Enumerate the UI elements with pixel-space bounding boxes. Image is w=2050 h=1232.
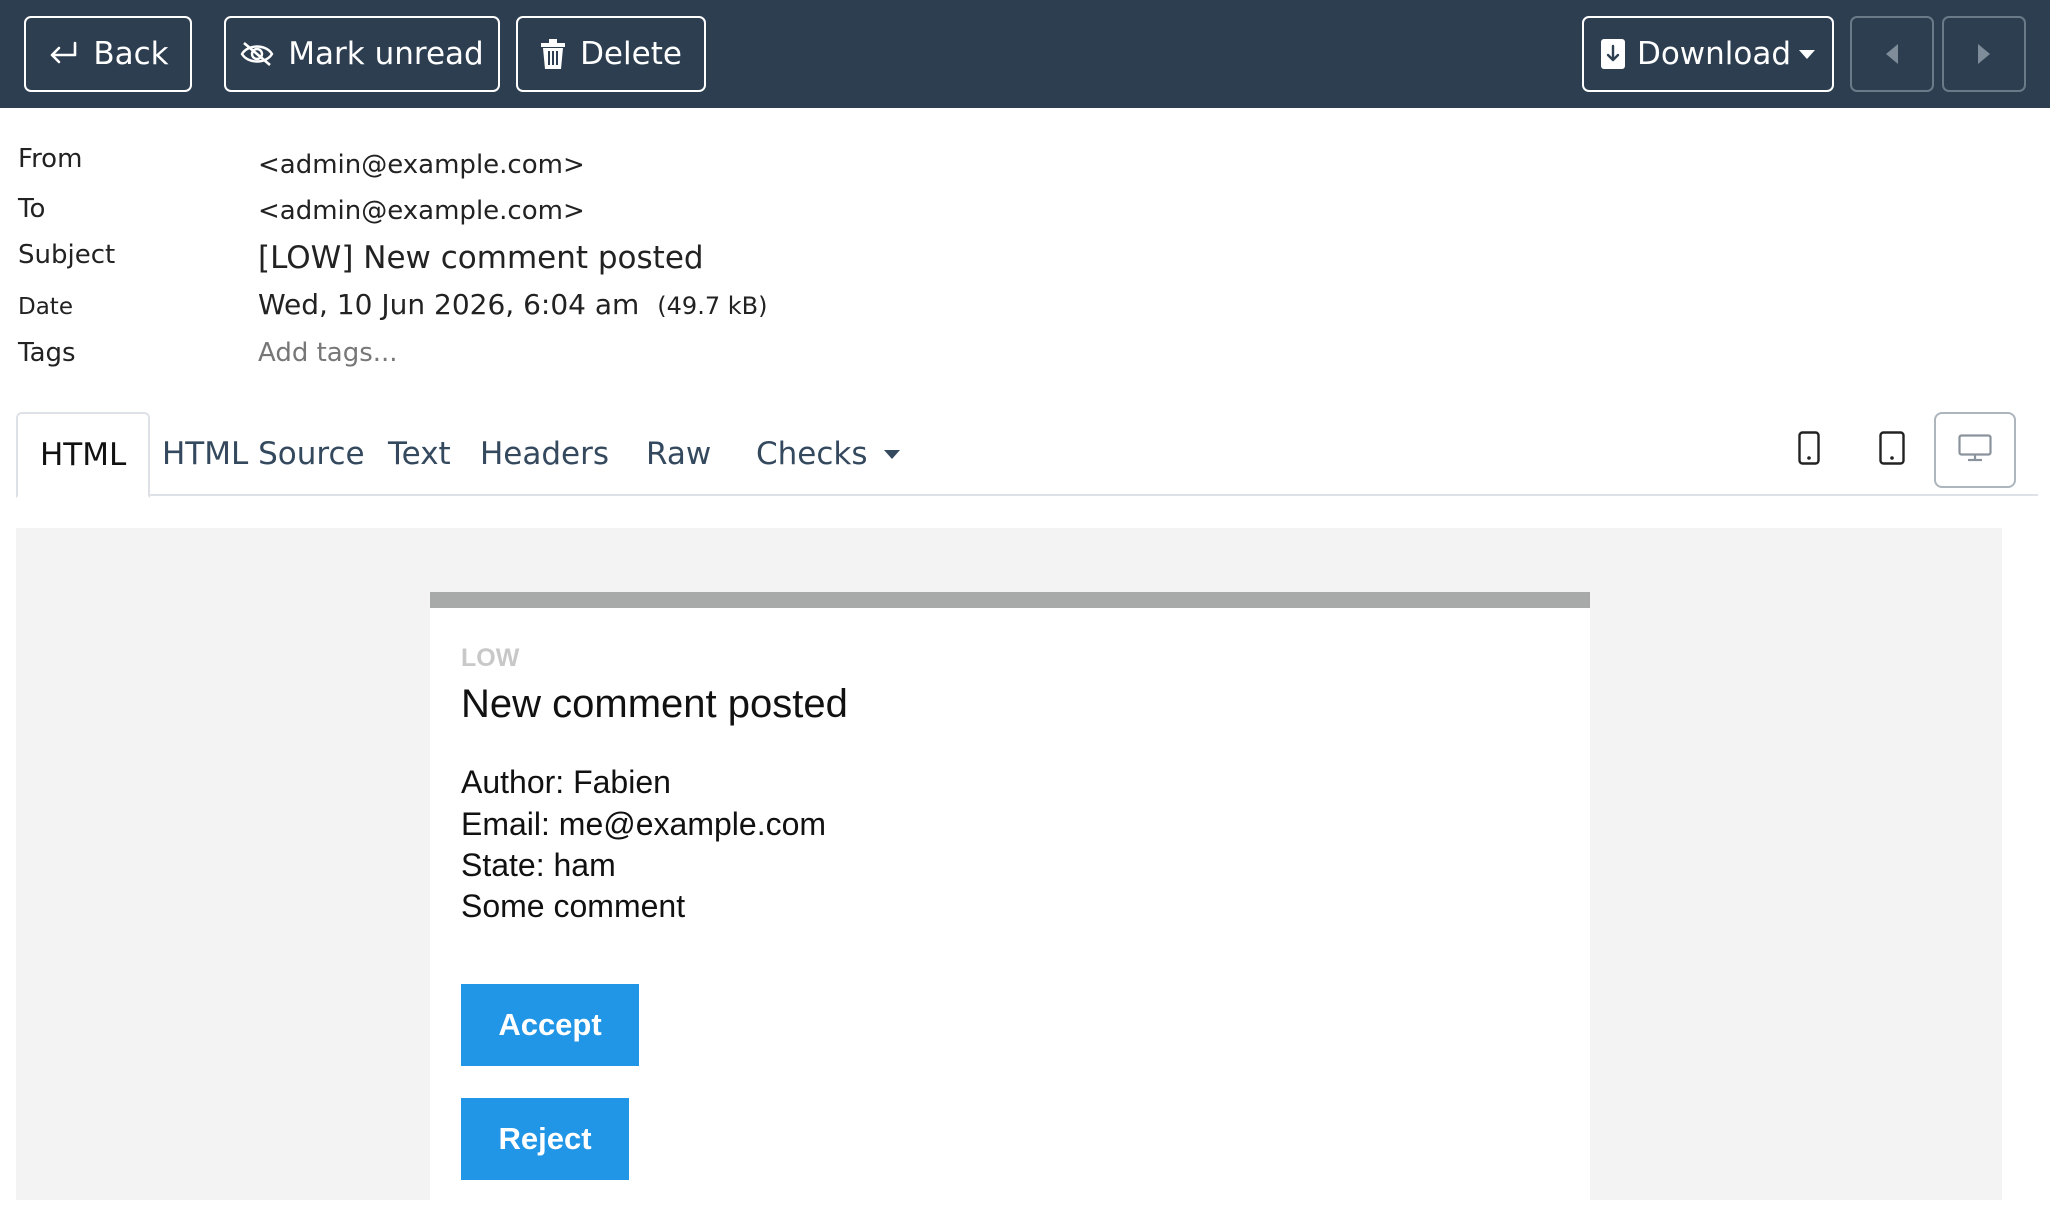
- tab-text[interactable]: Text: [366, 412, 473, 496]
- desktop-monitor-icon: [1958, 433, 1992, 467]
- reject-button[interactable]: Reject: [461, 1098, 629, 1180]
- phone-view-button[interactable]: [1768, 412, 1850, 488]
- next-message-button[interactable]: [1942, 16, 2026, 92]
- card-top-bar: [430, 592, 1590, 608]
- eye-slash-icon: [240, 41, 274, 67]
- tab-text-label: Text: [388, 436, 451, 472]
- date-label: Date: [18, 294, 73, 320]
- tab-raw[interactable]: Raw: [624, 412, 733, 496]
- tab-html-label: HTML: [40, 437, 127, 473]
- tab-headers[interactable]: Headers: [458, 412, 631, 496]
- tab-raw-label: Raw: [646, 436, 712, 472]
- back-label: Back: [93, 36, 169, 72]
- view-tabs: HTML HTML Source Text Headers Raw Checks: [16, 412, 2038, 498]
- to-value: <admin@example.com>: [258, 196, 585, 226]
- email-title: New comment posted: [461, 682, 848, 726]
- delete-button[interactable]: Delete: [516, 16, 706, 92]
- delete-label: Delete: [580, 36, 682, 72]
- state-line: State: ham: [461, 847, 616, 883]
- importance-level: LOW: [461, 644, 520, 672]
- mark-unread-button[interactable]: Mark unread: [224, 16, 500, 92]
- trash-icon: [540, 39, 566, 69]
- tab-html[interactable]: HTML: [16, 412, 151, 498]
- email-preview-pane: LOW New comment posted Author: Fabien Em…: [16, 528, 2002, 1232]
- date-value-group: Wed, 10 Jun 2026, 6:04 am (49.7 kB): [258, 288, 767, 321]
- tab-html-source[interactable]: HTML Source: [140, 412, 387, 496]
- tab-headers-label: Headers: [480, 436, 610, 472]
- download-label: Download: [1636, 36, 1792, 72]
- caret-down-icon: [1799, 49, 1816, 59]
- email-body-card: LOW New comment posted Author: Fabien Em…: [430, 592, 1590, 1232]
- tablet-view-button[interactable]: [1851, 412, 1933, 488]
- from-label: From: [18, 144, 83, 174]
- caret-down-icon: [883, 449, 900, 459]
- tab-checks[interactable]: Checks: [734, 412, 922, 496]
- author-line: Author: Fabien: [461, 764, 671, 800]
- return-arrow-icon: [47, 41, 79, 67]
- tags-input[interactable]: Add tags...: [258, 338, 398, 368]
- tags-label: Tags: [18, 338, 76, 368]
- phone-icon: [1798, 430, 1820, 470]
- previous-message-button[interactable]: [1850, 16, 1934, 92]
- triangle-left-icon: [1884, 42, 1900, 66]
- download-file-icon: [1600, 39, 1625, 69]
- tablet-icon: [1879, 430, 1905, 470]
- message-size: (49.7 kB): [657, 292, 768, 320]
- download-dropdown-button[interactable]: Download: [1582, 16, 1834, 92]
- subject-label: Subject: [18, 240, 116, 270]
- back-button[interactable]: Back: [24, 16, 192, 92]
- mark-unread-label: Mark unread: [288, 36, 484, 72]
- desktop-view-button[interactable]: [1934, 412, 2016, 488]
- toolbar: Back Mark unread Delete Download: [0, 0, 2050, 108]
- subject-value: [LOW] New comment posted: [258, 240, 704, 276]
- to-label: To: [18, 194, 46, 224]
- email-line: Email: me@example.com: [461, 806, 827, 842]
- from-value: <admin@example.com>: [258, 150, 585, 180]
- triangle-right-icon: [1976, 42, 1992, 66]
- accept-button[interactable]: Accept: [461, 984, 639, 1066]
- date-value: Wed, 10 Jun 2026, 6:04 am: [258, 288, 640, 321]
- tab-checks-label: Checks: [756, 436, 868, 472]
- comment-line: Some comment: [461, 888, 686, 924]
- tab-html-source-label: HTML Source: [162, 436, 365, 472]
